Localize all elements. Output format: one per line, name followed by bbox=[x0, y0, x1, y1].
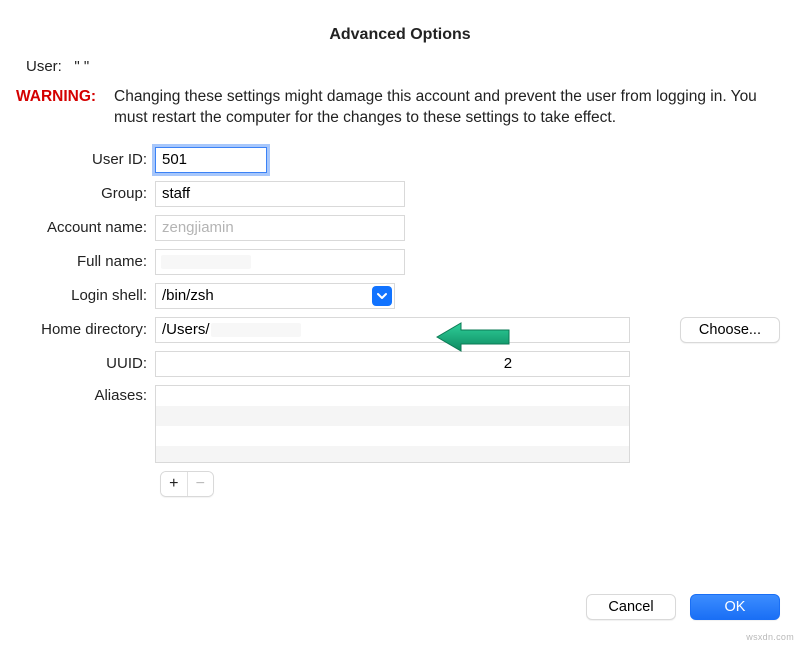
dialog-buttons: Cancel OK bbox=[586, 594, 780, 620]
warning-text: Changing these settings might damage thi… bbox=[114, 87, 782, 129]
alias-row[interactable] bbox=[156, 426, 629, 446]
login-shell-dropdown-button[interactable] bbox=[372, 286, 392, 306]
add-alias-button[interactable]: + bbox=[161, 472, 187, 496]
user-id-input[interactable] bbox=[155, 147, 267, 173]
login-shell-combo[interactable] bbox=[155, 283, 395, 309]
login-shell-label: Login shell: bbox=[0, 287, 155, 304]
choose-button[interactable]: Choose... bbox=[680, 317, 780, 343]
user-id-label: User ID: bbox=[0, 151, 155, 168]
user-name: " " bbox=[74, 58, 89, 75]
aliases-label: Aliases: bbox=[0, 385, 155, 404]
alias-row[interactable] bbox=[156, 446, 629, 463]
alias-row[interactable] bbox=[156, 386, 629, 406]
group-input[interactable] bbox=[155, 181, 405, 207]
watermark: wsxdn.com bbox=[746, 632, 794, 642]
aliases-list[interactable] bbox=[155, 385, 630, 463]
full-name-label: Full name: bbox=[0, 253, 155, 270]
account-name-label: Account name: bbox=[0, 219, 155, 236]
home-directory-label: Home directory: bbox=[0, 321, 155, 338]
chevron-down-icon bbox=[377, 291, 387, 301]
login-shell-input[interactable] bbox=[156, 284, 372, 308]
ok-button[interactable]: OK bbox=[690, 594, 780, 620]
alias-add-remove-group: + − bbox=[160, 471, 214, 497]
remove-alias-button[interactable]: − bbox=[187, 472, 214, 496]
group-label: Group: bbox=[0, 185, 155, 202]
user-label: User: bbox=[26, 58, 62, 75]
uuid-label: UUID: bbox=[0, 355, 155, 372]
warning-label: WARNING: bbox=[16, 87, 114, 108]
cancel-button[interactable]: Cancel bbox=[586, 594, 676, 620]
dialog-title: Advanced Options bbox=[0, 0, 800, 58]
uuid-input[interactable] bbox=[155, 351, 630, 377]
alias-row[interactable] bbox=[156, 406, 629, 426]
account-name-input[interactable] bbox=[155, 215, 405, 241]
warning-block: WARNING: Changing these settings might d… bbox=[0, 87, 800, 129]
user-row: User: " " bbox=[0, 58, 800, 75]
